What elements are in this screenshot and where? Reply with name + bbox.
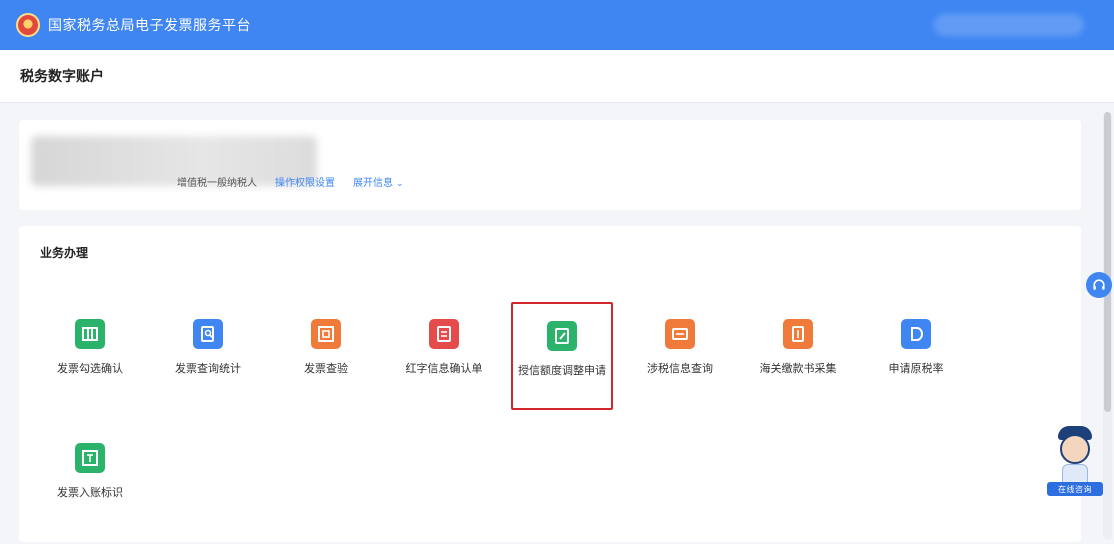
page-header: 税务数字账户 [0, 50, 1114, 103]
page-title: 税务数字账户 [20, 69, 104, 85]
tile-label: 涉税信息查询 [647, 362, 713, 375]
tile-label: 发票查验 [304, 362, 348, 375]
doc-d-icon [901, 319, 931, 349]
account-meta: 增值税一般纳税人 操作权限设置 展开信息 ⌄ [177, 174, 404, 189]
check-grid-icon [75, 319, 105, 349]
tile-red-info-confirm[interactable]: 红字信息确认单 [393, 302, 495, 410]
assistant-avatar-icon [1060, 434, 1090, 464]
online-assistant[interactable]: 在线咨询 [1046, 424, 1104, 498]
tile-invoice-query-stats[interactable]: 发票查询统计 [157, 302, 259, 410]
tile-customs-payment-collect[interactable]: 海关缴款书采集 [747, 302, 849, 410]
scrollbar-thumb[interactable] [1104, 112, 1111, 412]
info-card-icon [665, 319, 695, 349]
tile-label: 发票入账标识 [57, 486, 123, 499]
tile-label: 红字信息确认单 [405, 362, 483, 375]
verify-frame-icon [311, 319, 341, 349]
tile-apply-original-rate[interactable]: 申请原税率 [865, 302, 967, 410]
edit-doc-icon [547, 321, 577, 351]
tax-emblem-icon [16, 13, 40, 37]
stamp-grid-icon [75, 443, 105, 473]
headset-icon[interactable] [1086, 272, 1112, 298]
business-card: 业务办理 发票勾选确认 发票查询统计 发票查验 红字信息确认单 授信额度调整申请 [19, 226, 1081, 542]
user-info-blurred[interactable] [934, 14, 1084, 36]
expand-info-label: 展开信息 [353, 178, 393, 189]
tile-label: 海关缴款书采集 [759, 362, 837, 375]
chevron-down-icon: ⌄ [396, 179, 404, 189]
tile-label: 发票勾选确认 [57, 362, 123, 375]
tile-label: 发票查询统计 [175, 362, 241, 375]
tile-invoice-entry-mark[interactable]: 发票入账标识 [39, 426, 141, 534]
tile-label: 授信额度调整申请 [518, 364, 606, 377]
customs-doc-icon [783, 319, 813, 349]
page-scrollbar[interactable] [1103, 112, 1112, 540]
tile-credit-limit-adjust[interactable]: 授信额度调整申请 [511, 302, 613, 410]
expand-info-link[interactable]: 展开信息 ⌄ [353, 174, 404, 189]
red-doc-icon [429, 319, 459, 349]
assistant-badge: 在线咨询 [1047, 482, 1103, 496]
doc-search-icon [193, 319, 223, 349]
section-title: 业务办理 [40, 246, 89, 260]
assistant-body-icon [1062, 464, 1088, 484]
top-banner: 国家税务总局电子发票服务平台 [0, 0, 1114, 50]
tile-invoice-check-confirm[interactable]: 发票勾选确认 [39, 302, 141, 410]
account-card: 增值税一般纳税人 操作权限设置 展开信息 ⌄ [19, 120, 1081, 210]
tile-label: 申请原税率 [888, 362, 944, 375]
tile-tax-info-query[interactable]: 涉税信息查询 [629, 302, 731, 410]
taxpayer-type: 增值税一般纳税人 [177, 178, 257, 189]
platform-title: 国家税务总局电子发票服务平台 [48, 18, 251, 34]
tile-invoice-verify[interactable]: 发票查验 [275, 302, 377, 410]
permission-settings-link[interactable]: 操作权限设置 [275, 174, 335, 189]
